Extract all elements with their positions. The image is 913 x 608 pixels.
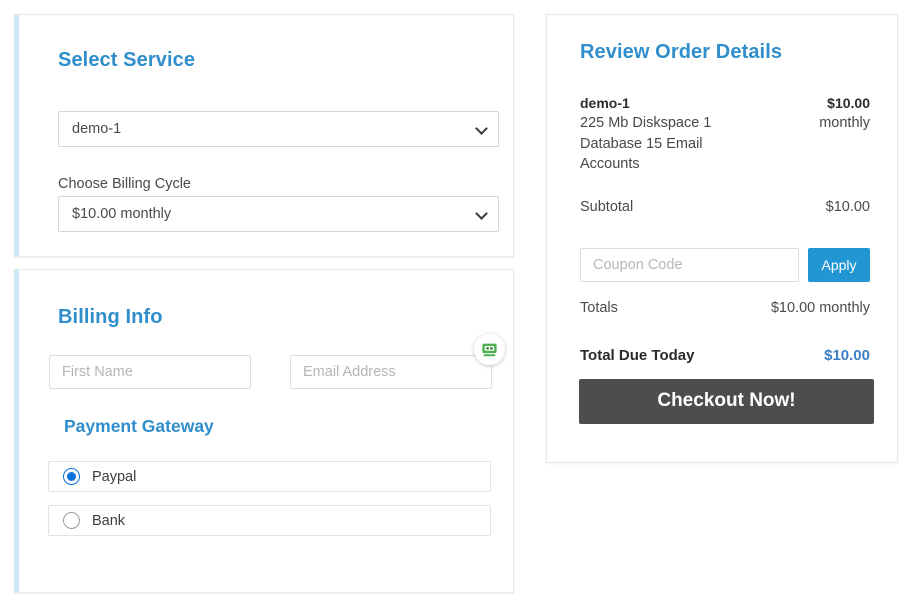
checkout-button[interactable]: Checkout Now!	[579, 378, 874, 424]
coupon-code-input[interactable]	[580, 247, 799, 282]
coupon-row: Apply	[580, 247, 870, 282]
billing-cycle-select[interactable]: $10.00 monthly	[58, 196, 499, 232]
gateway-option-bank[interactable]: Bank	[48, 505, 491, 536]
order-line-item: demo-1 225 Mb Diskspace 1 Database 15 Em…	[580, 93, 870, 175]
gateway-option-paypal-label: Paypal	[92, 468, 137, 485]
payment-gateway-title: Payment Gateway	[64, 416, 214, 436]
order-summary-title: Review Order Details	[580, 41, 783, 63]
total-due-value: $10.00	[824, 346, 870, 364]
robot-icon[interactable]	[474, 334, 505, 365]
gateway-option-paypal[interactable]: Paypal	[48, 461, 491, 492]
apply-coupon-button[interactable]: Apply	[808, 247, 870, 282]
total-due-label: Total Due Today	[580, 346, 695, 364]
order-line-item-price: $10.00	[827, 95, 870, 111]
order-line-item-details: demo-1 225 Mb Diskspace 1 Database 15 Em…	[580, 93, 765, 175]
totals-value: $10.00 monthly	[770, 299, 870, 316]
order-line-item-description: 225 Mb Diskspace 1 Database 15 Email Acc…	[580, 115, 712, 172]
total-due-row: Total Due Today $10.00	[580, 347, 870, 364]
chevron-down-icon	[476, 208, 488, 220]
billing-cycle-label: Choose Billing Cycle	[58, 176, 191, 192]
order-summary-body: demo-1 225 Mb Diskspace 1 Database 15 Em…	[579, 93, 874, 424]
service-select[interactable]: demo-1	[58, 111, 499, 147]
subtotal-row: Subtotal $10.00	[580, 199, 870, 215]
gateway-option-bank-label: Bank	[92, 512, 126, 529]
service-select-value: demo-1	[72, 121, 122, 137]
subtotal-value: $10.00	[825, 198, 870, 215]
checkout-page: Select Service demo-1 Choose Billing Cyc…	[0, 0, 913, 608]
billing-info-title: Billing Info	[58, 306, 163, 328]
chevron-down-icon	[476, 123, 488, 135]
order-line-item-name: demo-1	[580, 95, 630, 111]
email-field[interactable]	[290, 355, 492, 389]
select-service-title: Select Service	[58, 49, 196, 71]
subtotal-label: Subtotal	[580, 198, 634, 215]
robot-icon-glyph	[482, 343, 497, 357]
first-name-input[interactable]	[49, 355, 251, 389]
totals-label: Totals	[580, 299, 618, 316]
radio-button-bank[interactable]	[63, 512, 80, 529]
billing-cycle-select-value: $10.00 monthly	[72, 206, 172, 222]
order-line-item-cycle: monthly	[819, 115, 870, 131]
totals-row: Totals $10.00 monthly	[580, 300, 870, 316]
order-line-item-pricing: $10.00 monthly	[778, 93, 870, 134]
radio-button-paypal[interactable]	[63, 468, 80, 485]
order-summary-card: Review Order Details demo-1 225 Mb Disks…	[546, 14, 898, 463]
select-service-card: Select Service demo-1 Choose Billing Cyc…	[14, 14, 514, 257]
billing-info-card: Billing Info Payment Gateway Paypal Bank	[14, 269, 514, 593]
